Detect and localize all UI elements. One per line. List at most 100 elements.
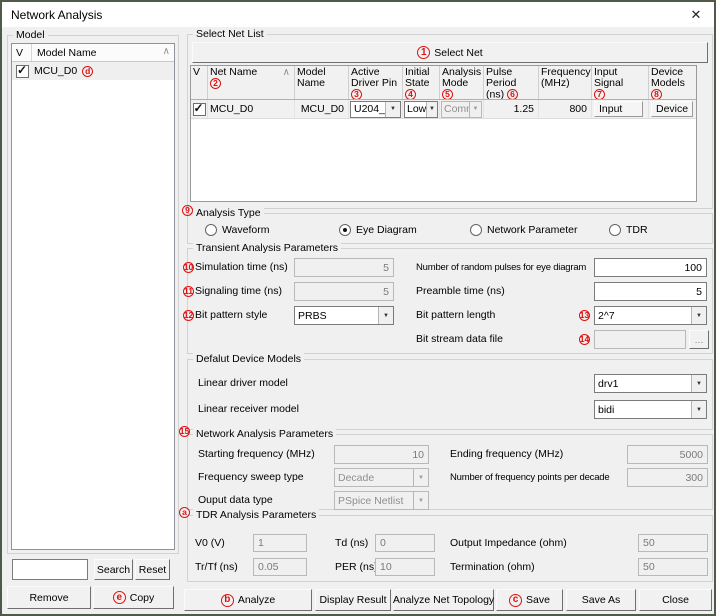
save-as-button[interactable]: Save As: [566, 589, 636, 611]
save-button[interactable]: c Save: [496, 589, 563, 611]
analysis-mode-combo: Common ▼: [441, 101, 482, 118]
header-initial-state[interactable]: Initial State 4: [403, 66, 440, 99]
annotation-14: 14: [579, 334, 590, 345]
net-table: V Net Name ∧ 2 Model Name Active Driver …: [190, 65, 697, 202]
model-list-row[interactable]: ✓ MCU_D0 d: [12, 62, 174, 80]
per-label: PER (ns): [335, 562, 378, 573]
chevron-down-icon: ▼: [385, 102, 400, 117]
net-table-row: ✓ MCU_D0 MCU_D0 U204_A ▼ Low ▼ Common ▼: [191, 100, 696, 119]
net-row-check-cell: ✓: [191, 100, 208, 118]
preamble-time-field[interactable]: 5: [594, 282, 707, 301]
radio-network-parameter[interactable]: Network Parameter: [470, 224, 577, 236]
header-model-name[interactable]: Model Name: [295, 66, 349, 99]
annotation-4: 4: [405, 89, 416, 99]
signaling-time-label: Signaling time (ns): [195, 286, 282, 297]
network-params-label: Network Analysis Parameters: [193, 428, 336, 440]
bit-pattern-length-combo[interactable]: 2^7 ▼: [594, 306, 707, 325]
annotation-2: 2: [210, 78, 221, 89]
close-button[interactable]: Close: [639, 589, 712, 611]
copy-button[interactable]: e Copy: [93, 586, 174, 609]
driver-model-combo[interactable]: drv1 ▼: [594, 374, 707, 393]
search-button[interactable]: Search: [94, 559, 133, 580]
chevron-down-icon: ▼: [426, 102, 437, 117]
annotation-5: 5: [442, 89, 453, 99]
input-signal-cell: Input: [592, 100, 649, 118]
analyze-button[interactable]: b Analyze: [184, 589, 312, 611]
frequency-cell: 800: [539, 100, 592, 118]
header-active-driver-pin[interactable]: Active Driver Pin 3: [349, 66, 403, 99]
chevron-down-icon: ▼: [413, 492, 428, 509]
select-net-list-label: Select Net List: [193, 28, 267, 40]
radio-selected-icon: [339, 224, 351, 236]
close-icon[interactable]: ✕: [686, 5, 706, 25]
select-net-button[interactable]: 1 Select Net: [192, 42, 708, 63]
check-icon: ✓: [17, 63, 27, 77]
pulse-period-cell: 1.25: [484, 100, 539, 118]
model-list: V Model Name ∧ ✓ MCU_D0 d: [11, 43, 175, 550]
header-analysis-mode[interactable]: Analysis Mode 5: [440, 66, 484, 99]
chevron-down-icon: ▼: [691, 375, 706, 392]
bit-pattern-style-combo[interactable]: PRBS ▼: [294, 306, 394, 325]
output-data-type-combo: PSpice Netlist ▼: [334, 491, 429, 510]
tdr-group-label: TDR Analysis Parameters: [193, 509, 319, 521]
sort-asc-icon[interactable]: ∧: [163, 46, 170, 57]
reset-button[interactable]: Reset: [135, 559, 170, 580]
model-row-checkbox[interactable]: ✓: [16, 65, 29, 78]
annotation-3: 3: [351, 89, 362, 99]
sweep-type-label: Frequency sweep type: [198, 472, 304, 483]
header-net-name[interactable]: Net Name ∧ 2: [208, 66, 295, 99]
trtf-field: 0.05: [253, 558, 307, 576]
chevron-down-icon: ▼: [469, 102, 481, 117]
ending-frequency-label: Ending frequency (MHz): [450, 449, 563, 460]
annotation-c: c: [509, 594, 522, 607]
window-title: Network Analysis: [11, 8, 102, 22]
browse-button[interactable]: ...: [689, 330, 709, 349]
annotation-e: e: [113, 591, 126, 604]
v0-label: V0 (V): [195, 538, 225, 549]
radio-icon: [470, 224, 482, 236]
analysis-mode-cell: Common ▼: [440, 100, 484, 118]
chevron-down-icon: ▼: [378, 307, 393, 324]
header-frequency[interactable]: Frequency (MHz): [539, 66, 592, 99]
annotation-12: 12: [183, 310, 194, 321]
signaling-time-field: 5: [294, 282, 394, 301]
trtf-label: Tr/Tf (ns): [195, 562, 238, 573]
random-pulses-field[interactable]: 100: [594, 258, 707, 277]
sort-asc-icon[interactable]: ∧: [283, 67, 290, 78]
device-models-button[interactable]: Device: [651, 101, 693, 117]
initial-state-combo[interactable]: Low ▼: [404, 101, 438, 118]
driver-model-label: Linear driver model: [198, 378, 288, 389]
remove-button[interactable]: Remove: [7, 586, 91, 609]
radio-eye-diagram[interactable]: Eye Diagram: [339, 224, 417, 236]
input-signal-button[interactable]: Input: [594, 101, 643, 117]
header-pulse-period[interactable]: Pulse Period (ns) 6: [484, 66, 539, 99]
termination-field: 50: [638, 558, 708, 576]
model-group-label: Model: [13, 29, 48, 41]
radio-icon: [205, 224, 217, 236]
model-col-check: V: [12, 44, 32, 61]
simulation-time-label: Simulation time (ns): [195, 262, 288, 273]
initial-state-cell: Low ▼: [403, 100, 440, 118]
radio-tdr[interactable]: TDR: [609, 224, 648, 236]
ending-frequency-field: 5000: [627, 445, 708, 464]
analyze-net-topology-button[interactable]: Analyze Net Topology: [393, 589, 494, 611]
random-pulses-label: Number of random pulses for eye diagram: [416, 262, 586, 273]
header-check[interactable]: V: [191, 66, 208, 99]
device-models-group-label: Defalut Device Models: [193, 353, 304, 365]
search-input[interactable]: [12, 559, 88, 580]
header-input-signal[interactable]: Input Signal 7: [592, 66, 649, 99]
radio-waveform[interactable]: Waveform: [205, 224, 269, 236]
network-analysis-dialog: Network Analysis ✕ Model V Model Name ∧ …: [0, 0, 716, 616]
points-per-decade-label: Number of frequency points per decade: [450, 472, 609, 483]
model-list-header[interactable]: V Model Name ∧: [12, 44, 174, 62]
annotation-d: d: [82, 66, 93, 77]
display-result-button[interactable]: Display Result: [315, 589, 391, 611]
simulation-time-field: 5: [294, 258, 394, 277]
annotation-15: 15: [179, 426, 190, 437]
driver-pin-combo[interactable]: U204_A ▼: [350, 101, 401, 118]
td-label: Td (ns): [335, 538, 368, 549]
preamble-time-label: Preamble time (ns): [416, 286, 505, 297]
net-row-checkbox[interactable]: ✓: [193, 103, 206, 116]
receiver-model-combo[interactable]: bidi ▼: [594, 400, 707, 419]
header-device-models[interactable]: Device Models 8: [649, 66, 697, 99]
